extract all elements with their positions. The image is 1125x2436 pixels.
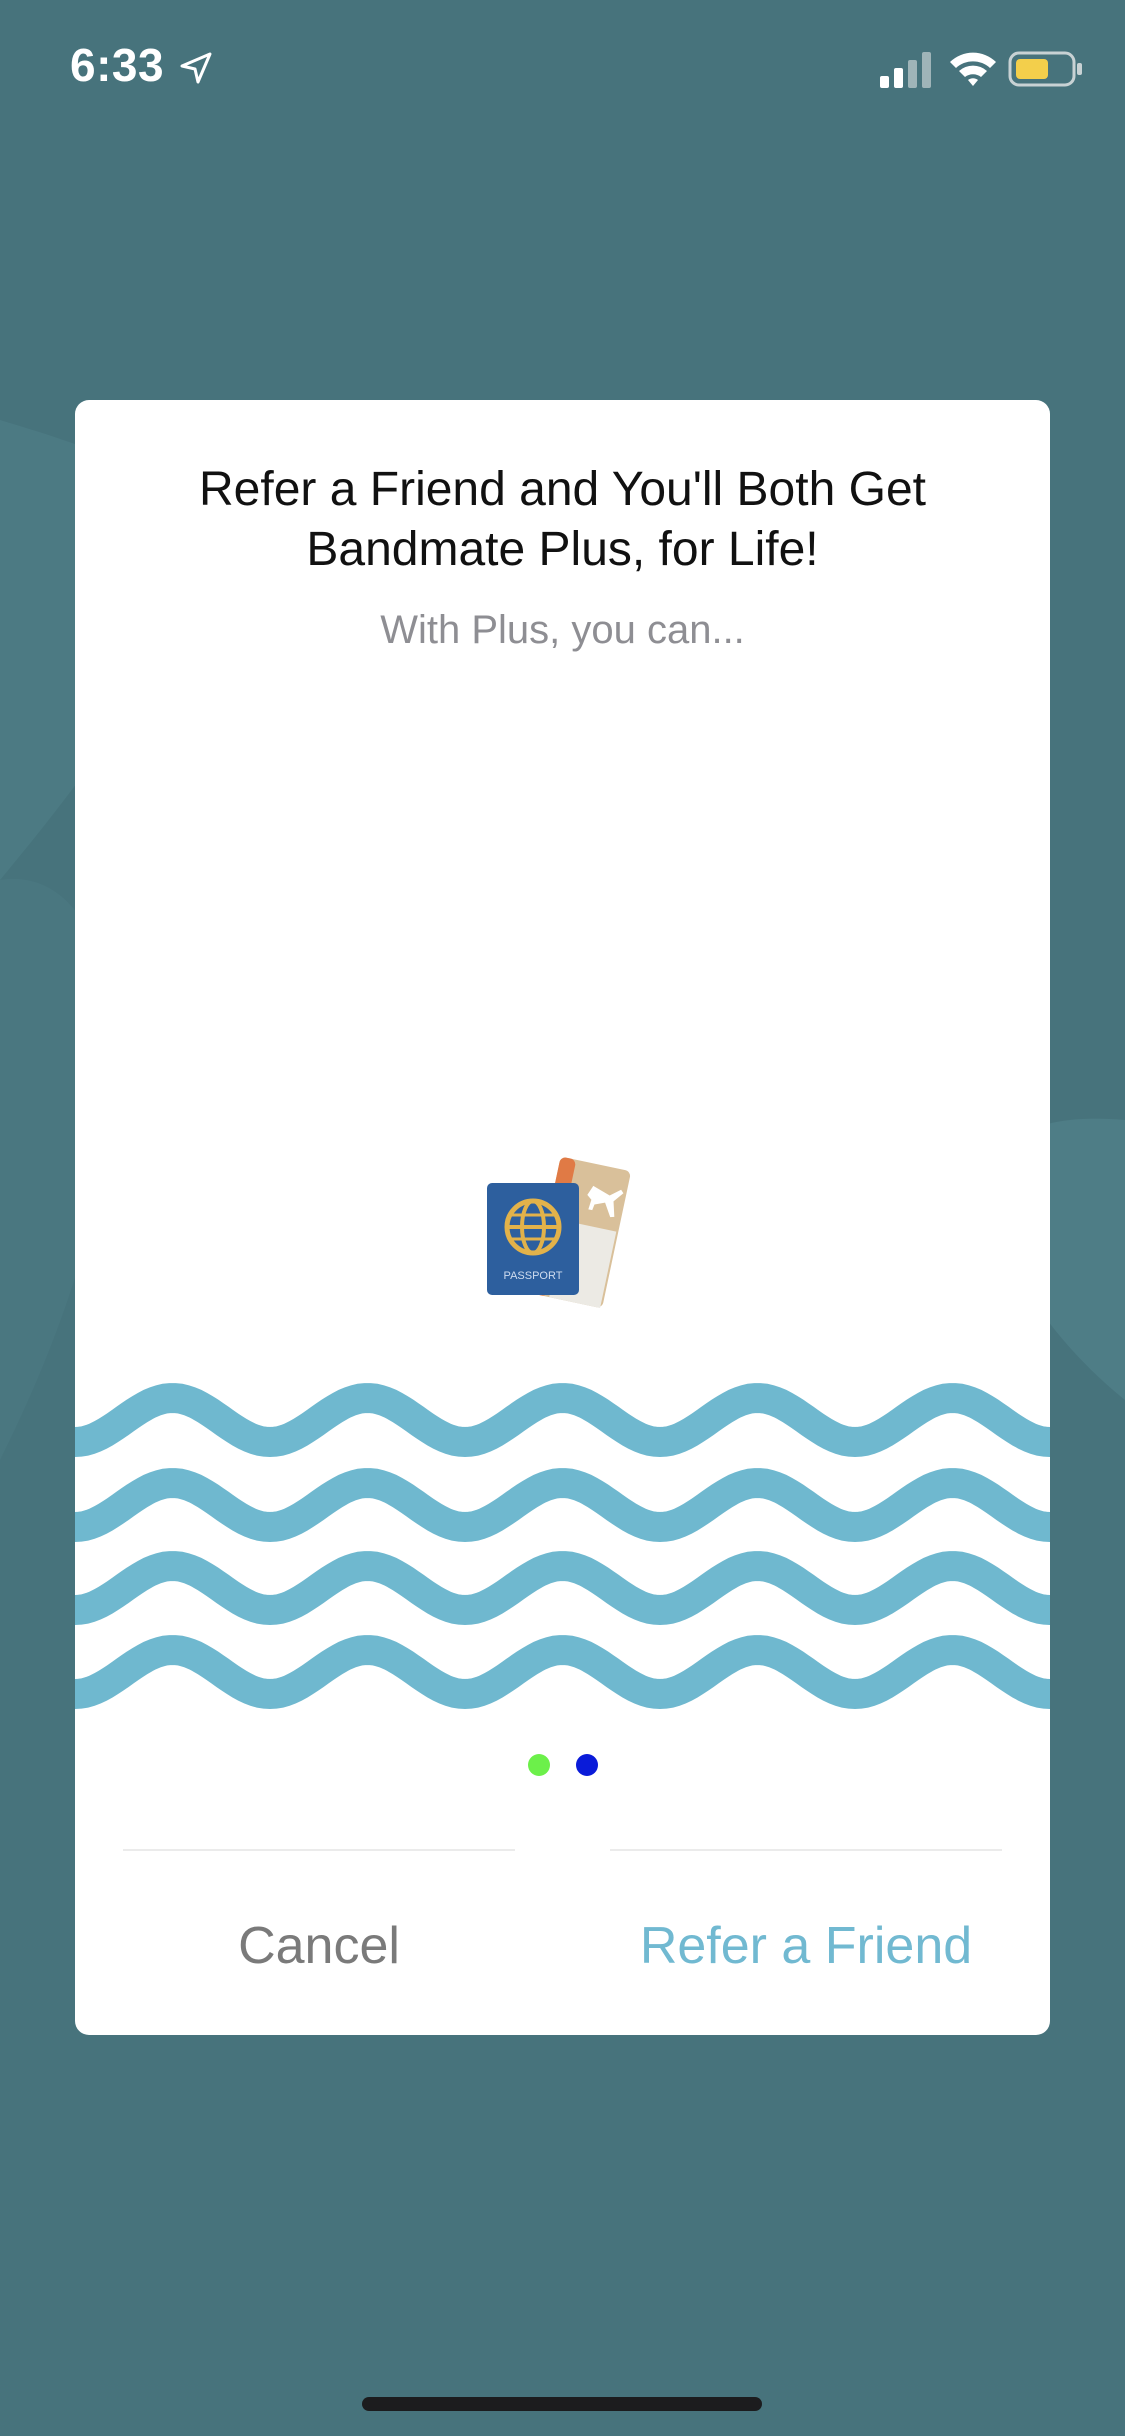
passport-ticket-icon: PASSPORT xyxy=(487,1157,631,1308)
cellular-signal-icon xyxy=(880,52,931,88)
page-indicator xyxy=(75,1754,1050,1776)
wave-line xyxy=(75,1635,1050,1710)
wave-line xyxy=(75,1383,1050,1458)
divider-left xyxy=(123,1849,515,1851)
wifi-icon xyxy=(950,52,996,86)
cancel-button[interactable]: Cancel xyxy=(123,1900,515,1990)
passport-label: PASSPORT xyxy=(504,1270,563,1282)
page-dot[interactable] xyxy=(575,1754,598,1776)
modal-title: Refer a Friend and You'll Both Get Bandm… xyxy=(199,463,926,576)
battery-icon xyxy=(1008,51,1082,87)
wave-line xyxy=(75,1468,1050,1543)
waves-illustration xyxy=(75,1383,1050,1710)
status-time: 6:33 xyxy=(70,39,165,91)
location-arrow-icon xyxy=(180,52,212,84)
refer-a-friend-button[interactable]: Refer a Friend xyxy=(610,1900,1002,1990)
modal-subtitle: With Plus, you can... xyxy=(380,608,745,652)
divider-right xyxy=(610,1849,1002,1851)
status-bar: 6:33 xyxy=(0,0,1125,140)
home-indicator xyxy=(362,2397,762,2411)
refer-friend-modal: Refer a Friend and You'll Both Get Bandm… xyxy=(75,400,1050,2035)
wave-line xyxy=(75,1551,1050,1626)
page-dot[interactable] xyxy=(527,1754,550,1776)
